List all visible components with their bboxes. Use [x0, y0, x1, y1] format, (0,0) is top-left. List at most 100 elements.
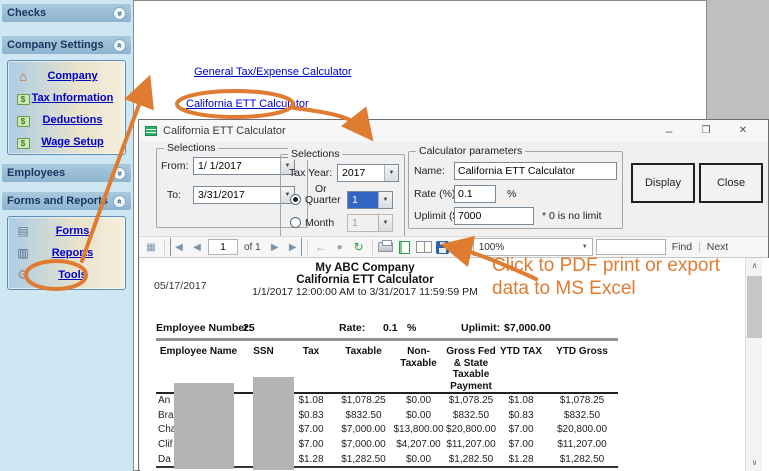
column-header: Non-Taxable	[391, 344, 446, 393]
sidebar-link-forms[interactable]: Forms	[30, 225, 125, 237]
maximize-button[interactable]: ❒	[691, 123, 721, 140]
table-cell: $11,207.00	[446, 437, 496, 452]
california-ett-calculator-link[interactable]: California ETT Calculator	[186, 98, 309, 110]
sidebar-link-reports[interactable]: Reports	[30, 247, 125, 259]
scroll-down-icon[interactable]: ∨	[746, 455, 763, 471]
chevron-down-icon[interactable]: «	[113, 167, 126, 180]
page-number-input[interactable]	[208, 239, 238, 255]
section-label: Checks	[7, 7, 46, 19]
close-window-button[interactable]: ✕	[728, 123, 758, 140]
sidebar-item-reports[interactable]: ▥ Reports	[8, 242, 125, 264]
column-header: Gross Fed & State Taxable Payment	[446, 344, 496, 393]
sidebar-link-wage-setup[interactable]: Wage Setup	[30, 136, 125, 148]
gear-icon: ⚙	[16, 267, 30, 283]
previous-page-icon[interactable]: ◀	[189, 238, 205, 256]
name-field[interactable]	[454, 162, 617, 180]
table-cell: $1,078.25	[446, 393, 496, 408]
ssn-redaction-box	[253, 377, 294, 470]
table-cell: $1,282.50	[446, 452, 496, 467]
forms-icon: ▤	[16, 224, 30, 238]
sidebar-item-wage-setup[interactable]: $ Wage Setup	[8, 131, 125, 153]
rate-label: Rate (%):	[414, 188, 458, 200]
page-setup-icon[interactable]	[416, 238, 432, 256]
divider	[156, 338, 618, 341]
tax-year-dropdown[interactable]: 2017 ▼	[337, 164, 399, 182]
find-next-button[interactable]: Next	[704, 241, 732, 253]
column-header: YTD TAX	[496, 344, 546, 393]
sidebar: Checks « Company Settings « ⌂ Company $ …	[0, 0, 133, 471]
zoom-select[interactable]: 100% ▼	[473, 238, 593, 256]
last-page-icon[interactable]: ▶	[286, 238, 302, 256]
report-scrollbar[interactable]: ∧ ∨	[745, 258, 762, 471]
table-cell: $7,000.00	[336, 437, 391, 452]
find-button[interactable]: Find	[669, 241, 695, 253]
sidebar-item-forms[interactable]: ▤ Forms	[8, 220, 125, 242]
scroll-up-icon[interactable]: ∧	[746, 258, 763, 274]
back-icon[interactable]: ←	[313, 238, 329, 256]
rate-summary-value: 0.1	[383, 322, 398, 334]
report-toolbar: ▦ ◀ ◀ of 1 ▶ ▶ ← ● ↻ ▼ 100% ▼ Find | Nex…	[139, 236, 768, 258]
sidebar-item-deductions[interactable]: $ Deductions	[8, 109, 125, 131]
export-dropdown-arrow-icon[interactable]: ▼	[454, 238, 462, 256]
rate-summary-label: Rate:	[339, 322, 365, 334]
app-icon	[145, 126, 157, 136]
find-input[interactable]	[596, 239, 666, 255]
sidebar-link-tools[interactable]: Tools	[30, 269, 125, 281]
general-tax-calculator-link[interactable]: General Tax/Expense Calculator	[194, 66, 352, 78]
rate-summary-unit: %	[407, 322, 416, 334]
chevron-down-icon[interactable]: «	[113, 7, 126, 20]
scrollbar-thumb[interactable]	[747, 276, 762, 338]
stop-icon[interactable]: ●	[332, 238, 348, 256]
dropdown-arrow-icon[interactable]: ▼	[384, 165, 398, 181]
display-button[interactable]: Display	[631, 163, 695, 203]
report-company-name: My ABC Company	[160, 262, 570, 274]
sidebar-item-company[interactable]: ⌂ Company	[8, 65, 125, 87]
chevron-up-icon[interactable]: «	[113, 195, 126, 208]
reports-icon: ▥	[16, 246, 30, 260]
quarter-dropdown[interactable]: 1 ▼	[347, 191, 393, 209]
company-settings-panel: ⌂ Company $ Tax Information $ Deductions…	[7, 60, 126, 155]
table-cell: $832.50	[446, 408, 496, 423]
uplimit-field[interactable]	[454, 207, 534, 225]
rate-field[interactable]	[454, 185, 496, 203]
close-button[interactable]: Close	[699, 163, 763, 203]
sidebar-link-tax-information[interactable]: Tax Information	[30, 92, 125, 104]
report-title: California ETT Calculator	[160, 274, 570, 286]
dropdown-arrow-icon[interactable]: ▼	[378, 192, 392, 208]
table-cell: $832.50	[336, 408, 391, 423]
refresh-icon[interactable]: ↻	[351, 238, 367, 256]
table-cell: $7,000.00	[336, 423, 391, 438]
quarter-radio[interactable]	[290, 194, 301, 205]
to-label: To:	[167, 189, 181, 201]
sidebar-section-employees[interactable]: Employees «	[2, 164, 131, 182]
table-cell: $1.08	[496, 393, 546, 408]
sidebar-section-checks[interactable]: Checks «	[2, 4, 131, 22]
sidebar-item-tools[interactable]: ⚙ Tools	[8, 264, 125, 286]
print-icon[interactable]	[378, 238, 394, 256]
table-cell: $20,800.00	[446, 423, 496, 438]
document-map-icon[interactable]: ▦	[143, 238, 159, 256]
report-period: 1/1/2017 12:00:00 AM to 3/31/2017 11:59:…	[160, 286, 570, 298]
sidebar-link-deductions[interactable]: Deductions	[30, 114, 125, 126]
print-layout-icon[interactable]	[397, 238, 413, 256]
sidebar-section-company-settings[interactable]: Company Settings «	[2, 36, 131, 54]
table-cell: $0.00	[391, 452, 446, 467]
table-cell: $11,207.00	[546, 437, 618, 452]
export-save-icon[interactable]	[435, 238, 451, 256]
minimize-button[interactable]: –	[654, 123, 684, 140]
sidebar-item-tax-information[interactable]: $ Tax Information	[8, 87, 125, 109]
table-cell: $4,207.00	[391, 437, 446, 452]
employee-number-value: 25	[243, 322, 255, 334]
chevron-up-icon[interactable]: «	[113, 39, 126, 52]
sidebar-link-company[interactable]: Company	[30, 70, 125, 82]
quarter-label: Quarter	[305, 194, 341, 206]
next-page-icon[interactable]: ▶	[267, 238, 283, 256]
month-radio[interactable]	[290, 217, 301, 228]
sidebar-section-forms-reports[interactable]: Forms and Reports «	[2, 192, 131, 210]
uplimit-summary-label: Uplimit:	[461, 322, 500, 334]
rate-unit-label: %	[507, 188, 516, 200]
california-ett-calculator-dialog: California ETT Calculator – ❒ ✕ Selectio…	[138, 119, 769, 471]
first-page-icon[interactable]: ◀	[170, 238, 186, 256]
column-header: Taxable	[336, 344, 391, 393]
table-cell: $1.28	[496, 452, 546, 467]
